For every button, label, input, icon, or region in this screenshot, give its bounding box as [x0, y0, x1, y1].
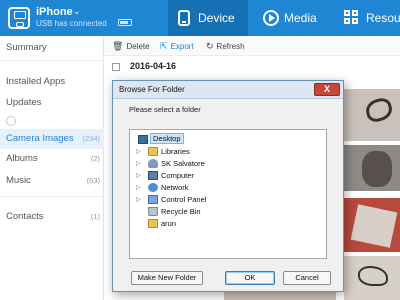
user-folder-icon [148, 159, 158, 168]
close-button[interactable]: X [314, 83, 340, 96]
delete-button[interactable]: 🗑 Delete [112, 41, 150, 52]
sidebar-item-contacts[interactable]: Contacts (1) [0, 207, 104, 227]
dialog-prompt: Please select a folder [129, 105, 201, 114]
tab-media[interactable]: Media [248, 0, 330, 36]
media-play-icon [263, 10, 279, 26]
cancel-button[interactable]: Cancel [283, 271, 331, 285]
app-window: iPhone ⌄ USB has connected Device Media … [0, 0, 400, 300]
refresh-icon: ↻ [206, 41, 214, 51]
tree-node-label: SK Salvatore [161, 159, 205, 168]
sidebar-item-count: (63) [86, 176, 100, 185]
make-new-folder-button[interactable]: Make New Folder [131, 271, 203, 285]
date-label: 2016-04-16 [130, 61, 177, 71]
tree-node-label: Desktop [150, 133, 184, 144]
sidebar-item-label: Summary [6, 42, 47, 53]
dialog-titlebar[interactable]: Browse For Folder X [113, 81, 343, 99]
toolbar: 🗑 Delete ⇱ Export ↻ Refresh [104, 36, 400, 56]
sidebar-item-albums[interactable]: Albums (2) [0, 149, 104, 169]
tree-node-desktop[interactable]: Desktop [138, 133, 258, 146]
sidebar-divider [0, 60, 104, 61]
sidebar-item-label: Camera Images [6, 133, 74, 144]
tree-node-computer[interactable]: ▷ Computer [136, 170, 258, 182]
computer-icon [148, 171, 158, 180]
photo-thumbnail[interactable] [344, 256, 400, 300]
tree-node-network[interactable]: ▷ Network [136, 182, 258, 194]
sidebar-item-updates[interactable]: Updates [0, 93, 104, 113]
tree-node-user[interactable]: ▷ SK Salvatore [136, 158, 258, 170]
tab-resources-label: Resour [366, 11, 400, 25]
top-bar: iPhone ⌄ USB has connected Device Media … [0, 0, 400, 36]
refresh-button[interactable]: ↻ Refresh [206, 41, 245, 52]
sidebar: Summary Installed Apps Updates Camera Im… [0, 36, 104, 300]
tab-device[interactable]: Device [168, 0, 248, 36]
date-group-header: 2016-04-16 [104, 58, 400, 74]
recycle-bin-icon [148, 207, 158, 216]
expand-arrow-icon[interactable]: ▷ [136, 160, 141, 167]
phone-icon [8, 7, 30, 29]
sidebar-item-label: Updates [6, 97, 42, 108]
dialog-title: Browse For Folder [119, 85, 185, 94]
tree-node-libraries[interactable]: ▷ Libraries [136, 146, 258, 158]
tree-node-recycle-bin[interactable]: Recycle Bin [138, 206, 258, 218]
tree-node-label: arun [161, 219, 177, 228]
tree-node-arun[interactable]: arun [138, 218, 258, 230]
tree-node-label: Computer [161, 171, 194, 180]
trash-icon: 🗑 [112, 41, 124, 51]
tab-media-label: Media [284, 11, 317, 25]
device-selector[interactable]: iPhone ⌄ USB has connected [0, 0, 168, 36]
circle-icon [6, 116, 16, 126]
device-icon [178, 10, 190, 26]
sidebar-item-label: Contacts [6, 211, 44, 222]
photo-thumbnail[interactable] [224, 292, 336, 300]
sidebar-item-camera-images[interactable]: Camera Images (234) [0, 129, 104, 149]
refresh-label: Refresh [216, 42, 245, 51]
tab-resources[interactable]: Resour [330, 0, 400, 36]
control-panel-icon [148, 195, 158, 204]
tree-node-label: Recycle Bin [161, 207, 201, 216]
browse-for-folder-dialog: Browse For Folder X Please select a fold… [112, 80, 344, 292]
desktop-icon [138, 135, 148, 144]
tree-node-label: Libraries [161, 147, 190, 156]
expand-arrow-icon[interactable]: ▷ [136, 196, 141, 203]
ok-button[interactable]: OK [225, 271, 275, 285]
expand-arrow-icon[interactable]: ▷ [136, 172, 141, 179]
expand-arrow-icon[interactable]: ▷ [136, 184, 141, 191]
tree-node-label: Control Panel [161, 195, 207, 204]
sidebar-item-music[interactable]: Music (63) [0, 171, 104, 191]
tab-device-label: Device [198, 11, 235, 25]
network-icon [148, 183, 158, 192]
tree-node-control-panel[interactable]: ▷ Control Panel [136, 194, 258, 206]
export-icon: ⇱ [160, 41, 168, 51]
sidebar-item-label: Albums [6, 153, 38, 164]
sidebar-item-summary[interactable]: Summary [0, 38, 104, 58]
photo-thumbnail[interactable] [344, 89, 400, 141]
expand-arrow-icon[interactable]: ▷ [136, 148, 141, 155]
resources-grid-icon [344, 10, 360, 26]
photo-thumbnail[interactable] [344, 198, 400, 252]
tree-node-label: Network [161, 183, 189, 192]
folder-icon [148, 219, 158, 228]
device-status: USB has connected [36, 19, 107, 28]
delete-label: Delete [126, 42, 150, 51]
folder-icon [148, 147, 158, 156]
battery-icon [118, 19, 132, 26]
select-all-checkbox[interactable] [112, 63, 120, 71]
sidebar-item-label: Music [6, 175, 31, 186]
folder-tree: Desktop ▷ Libraries ▷ SK Salvatore ▷ Com… [129, 129, 327, 259]
sidebar-item-count: (2) [90, 154, 100, 163]
sidebar-item-installed-apps[interactable]: Installed Apps [0, 72, 104, 92]
photo-thumbnail[interactable] [344, 145, 400, 191]
sidebar-item-count: (234) [82, 134, 100, 143]
chevron-down-icon[interactable]: ⌄ [73, 6, 81, 17]
device-name: iPhone [36, 6, 73, 18]
sidebar-divider [0, 196, 104, 197]
sidebar-item-label: Installed Apps [6, 76, 66, 87]
sidebar-item-count: (1) [90, 212, 100, 221]
export-button[interactable]: ⇱ Export [160, 41, 194, 52]
export-label: Export [170, 42, 194, 51]
